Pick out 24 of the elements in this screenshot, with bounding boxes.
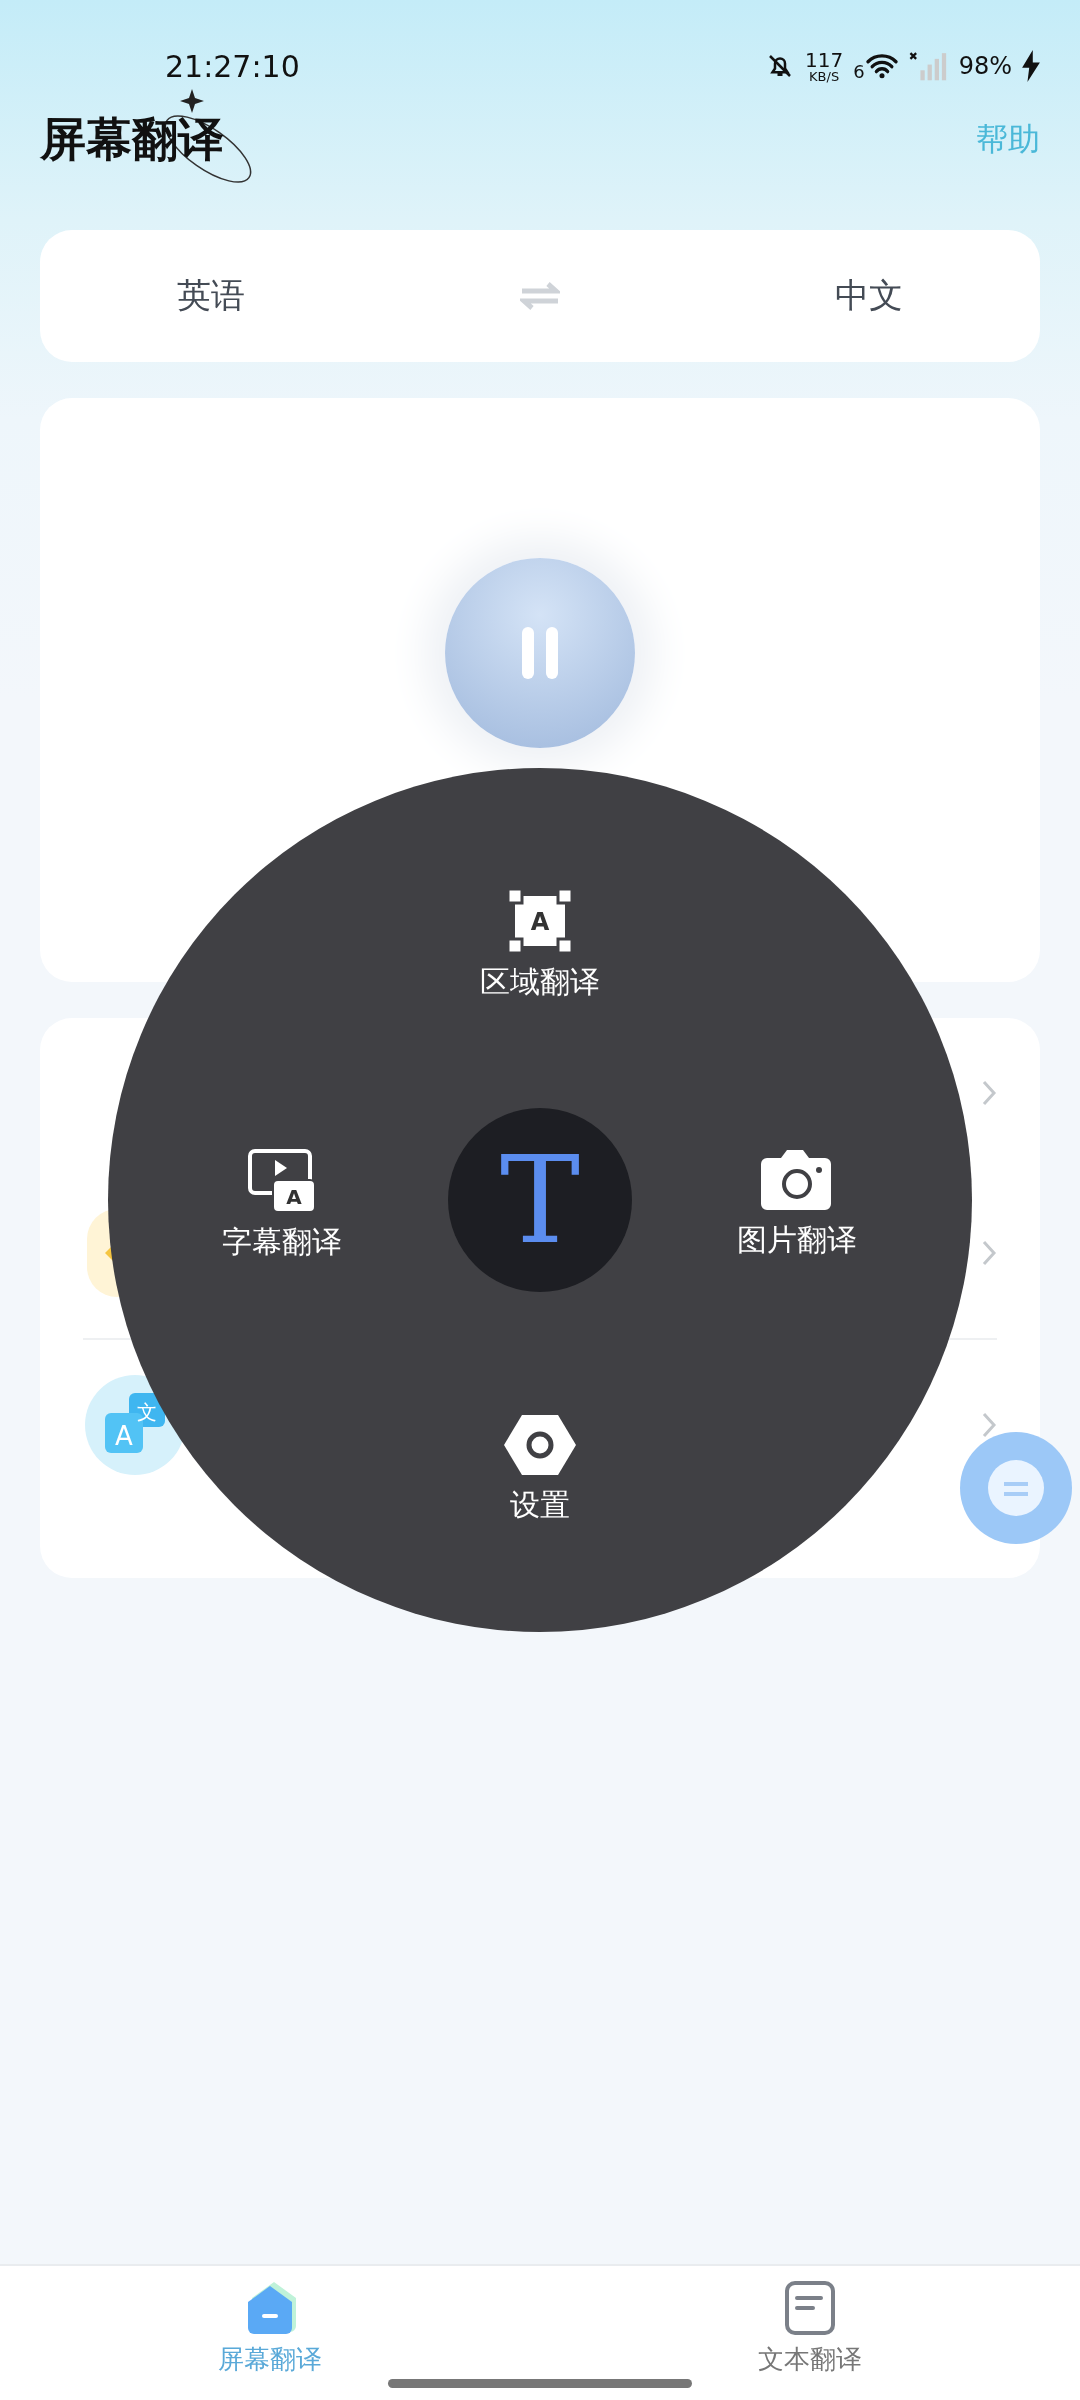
swap-icon[interactable] bbox=[520, 281, 560, 311]
menu-item[interactable]: 图片翻译 bbox=[707, 1148, 887, 1278]
settings-icon bbox=[503, 1413, 577, 1477]
status-time: 21:27:10 bbox=[165, 48, 300, 84]
menu-item[interactable]: A 区域翻译 bbox=[450, 888, 630, 1018]
charging-icon bbox=[1022, 50, 1040, 82]
wifi-icon bbox=[864, 52, 899, 80]
target-language[interactable]: 中文 bbox=[834, 273, 903, 319]
net-speed: 117 bbox=[805, 49, 844, 70]
battery-level: 98% bbox=[958, 52, 1012, 80]
camera-icon bbox=[761, 1148, 833, 1212]
document-icon bbox=[784, 2280, 836, 2336]
net-unit: KB/S bbox=[809, 69, 840, 83]
source-language[interactable]: 英语 bbox=[177, 273, 246, 319]
message-icon bbox=[986, 1458, 1046, 1518]
signal-icon bbox=[908, 51, 949, 81]
nav-tab[interactable]: 文本翻译 bbox=[540, 2280, 1080, 2400]
chevron-right-icon bbox=[981, 1411, 997, 1439]
text-mode-button[interactable]: T bbox=[448, 1108, 632, 1292]
chevron-right-icon[interactable] bbox=[981, 1079, 997, 1107]
menu-item[interactable]: 设置 bbox=[450, 1413, 630, 1543]
chevron-right-icon bbox=[981, 1239, 997, 1267]
menu-item[interactable]: A 字幕翻译 bbox=[192, 1148, 372, 1278]
wifi-label: 6 bbox=[853, 60, 865, 82]
